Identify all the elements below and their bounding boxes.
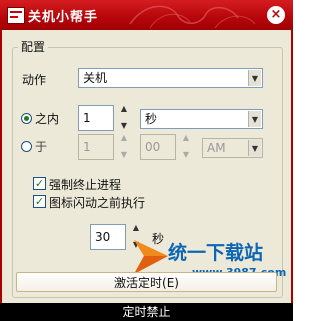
title-bar[interactable]: 关机小帮手 × (0, 0, 293, 30)
action-select[interactable]: 关机 ▼ (78, 68, 263, 88)
window-title: 关机小帮手 (28, 10, 99, 25)
within-spin-down[interactable]: ▼ (117, 121, 131, 130)
at-hour-value: 1 (83, 140, 91, 154)
status-text: 定时禁止 (122, 305, 171, 319)
within-label: 之内 (35, 112, 60, 126)
decorative-swirl (129, 5, 256, 29)
chevron-down-icon[interactable]: ▼ (248, 111, 261, 127)
app-icon (7, 7, 25, 24)
chevron-down-icon[interactable]: ▼ (248, 140, 261, 156)
close-icon: × (270, 7, 282, 22)
status-bar: 定时禁止 (0, 303, 293, 321)
flash-seconds-input[interactable]: 30 (90, 224, 126, 250)
within-unit-select[interactable]: 秒 ▼ (140, 109, 263, 129)
at-minute-value: 00 (145, 140, 161, 154)
flash-spin-down[interactable]: ▼ (129, 240, 143, 249)
force-kill-label: 强制终止进程 (49, 178, 122, 192)
flash-before-checkbox[interactable]: ✓ (33, 195, 46, 208)
force-kill-checkbox[interactable]: ✓ (33, 177, 46, 190)
action-label: 动作 (22, 73, 47, 87)
activate-timer-button[interactable]: 激活定时(E) (16, 272, 277, 292)
at-ampm-value: AM (207, 141, 226, 155)
flash-before-label: 图标闪动之前执行 (49, 196, 146, 210)
at-hour-input[interactable]: 1 (78, 134, 114, 160)
flash-unit-label: 秒 (152, 232, 165, 246)
flash-seconds-value: 30 (95, 230, 111, 244)
chevron-down-icon[interactable]: ▼ (248, 70, 261, 86)
flash-spin-up[interactable]: ▲ (129, 223, 143, 232)
config-group-caption: 配置 (18, 38, 49, 55)
at-minute-spin-up[interactable]: ▲ (179, 133, 193, 142)
at-radio[interactable] (21, 141, 32, 152)
within-radio[interactable] (21, 113, 32, 124)
action-select-value: 关机 (83, 71, 108, 85)
at-ampm-select[interactable]: AM ▼ (202, 138, 263, 158)
at-label: 于 (35, 140, 48, 154)
within-unit-value: 秒 (145, 112, 158, 126)
within-value: 1 (83, 111, 91, 125)
at-minute-input[interactable]: 00 (140, 134, 176, 160)
within-spin-up[interactable]: ▲ (117, 104, 131, 113)
at-hour-spin-up[interactable]: ▲ (117, 133, 131, 142)
at-minute-spin-down[interactable]: ▼ (179, 150, 193, 159)
close-button[interactable]: × (267, 6, 285, 24)
within-value-input[interactable]: 1 (78, 105, 114, 131)
client-area: 配置 动作 关机 ▼ 之内 1 ▲ ▼ 秒 ▼ 于 1 ▲ ▼ 00 ▲ ▼ A… (0, 30, 293, 303)
at-hour-spin-down[interactable]: ▼ (117, 150, 131, 159)
